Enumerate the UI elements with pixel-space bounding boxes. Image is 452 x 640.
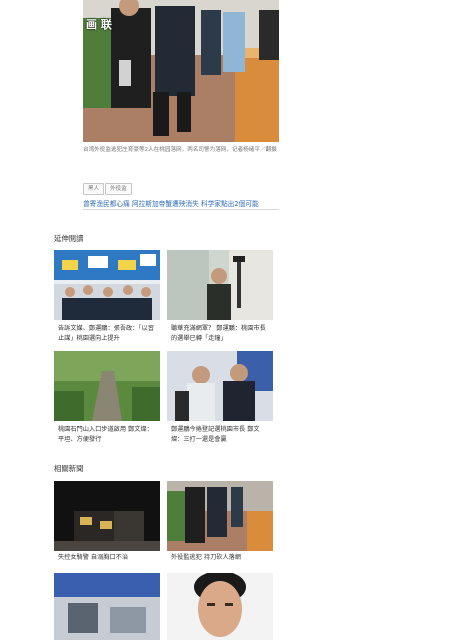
card-title[interactable]: 失控女騎警 自溺胸口不治 — [58, 553, 158, 563]
card-thumbnail[interactable] — [54, 250, 160, 320]
card-thumbnail[interactable] — [54, 481, 160, 551]
card-title[interactable]: 桃園石門山入口步道啟用 鄭文燦：平坦、方便發行 — [58, 425, 158, 445]
promo-link[interactable]: 曾寄渔民都心痛 阿拉斯加帝蟹遭殃消失 科学家點出2個可能 — [83, 199, 283, 209]
tag-2[interactable]: 外役监 — [105, 183, 132, 195]
card-thumbnail[interactable] — [167, 351, 273, 421]
card-thumbnail[interactable] — [167, 481, 273, 551]
card-title[interactable]: 告訴文媒、鄭運鵬：張吾政：「以習止謀」桃園選向上提升 — [58, 324, 158, 344]
card-title[interactable]: 鄭運鵬今捲登記選桃園市長 鄭文燦：三打一還是會贏 — [171, 425, 271, 445]
card-thumbnail[interactable] — [167, 573, 273, 640]
card-thumbnail[interactable] — [54, 351, 160, 421]
article-photo: 画 联 — [83, 0, 279, 142]
section-title-extended-reading: 延伸閱讀 — [54, 234, 84, 243]
photo-watermark: 画 联 — [86, 18, 112, 31]
card-title[interactable]: 聽華充滿網軍？ 鄭運鵬：桃園市長的選舉已轉「走鐘」 — [171, 324, 271, 344]
promo-divider — [83, 209, 279, 210]
card-thumbnail[interactable] — [54, 573, 160, 640]
photo-caption: 台湾外役监逃犯庄育豪等2人在桃园落网，两名司警为落网，记者杨绪平／翻摄 — [83, 147, 277, 153]
tag-1[interactable]: 黑人 — [83, 183, 105, 195]
card-title[interactable]: 外役監逃犯 持刀砍人落網 — [171, 553, 271, 563]
section-title-related-news: 相關新聞 — [54, 464, 84, 473]
card-thumbnail[interactable] — [167, 250, 273, 320]
